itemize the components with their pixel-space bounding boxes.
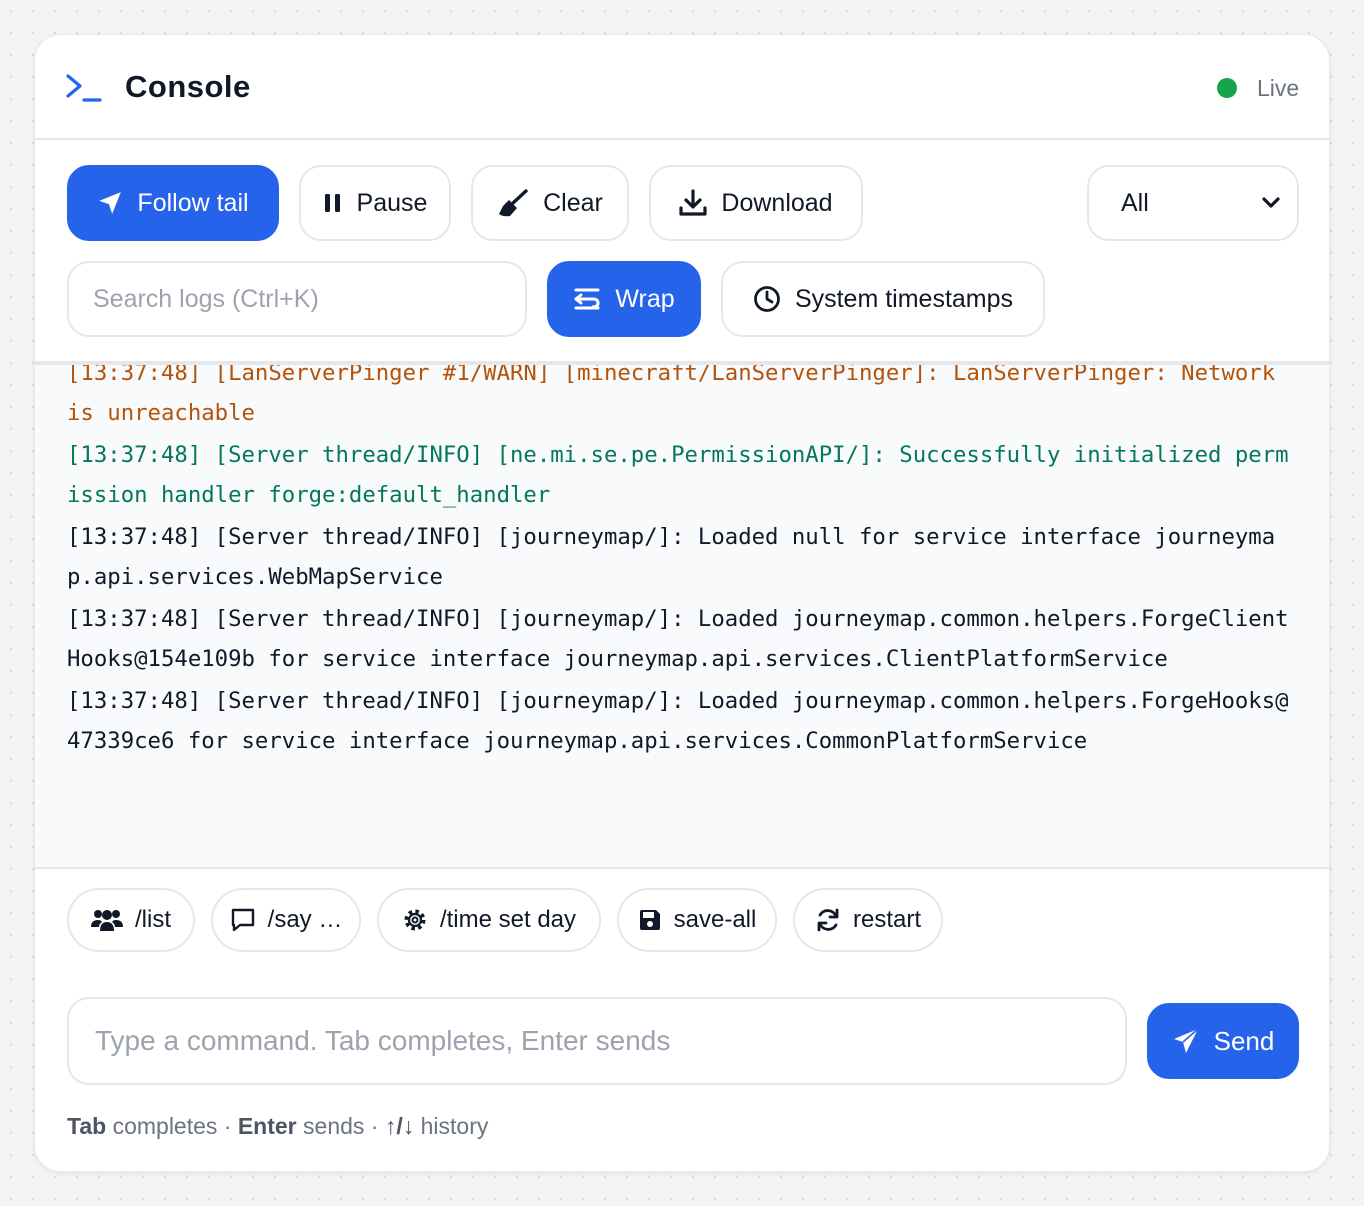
gear-icon — [404, 909, 426, 931]
download-button[interactable]: Download — [649, 165, 863, 241]
log-output[interactable]: [13:37:48] [LanServerPinger #1/WARN] [mi… — [35, 361, 1329, 869]
hint-key-arrows: ↑/↓ — [384, 1113, 415, 1139]
keyboard-hint: Tab completes · Enter sends · ↑/↓ histor… — [67, 1113, 488, 1140]
hint-key-tab: Tab — [67, 1113, 107, 1139]
system-timestamps-button[interactable]: System timestamps — [721, 261, 1045, 337]
quick-command-say[interactable]: /say … — [211, 888, 361, 952]
quick-command-label: restart — [852, 906, 921, 933]
live-status-dot — [1217, 78, 1237, 98]
clock-icon — [754, 286, 780, 312]
wrap-button[interactable]: Wrap — [547, 261, 701, 337]
quick-command-save-all[interactable]: save-all — [617, 888, 777, 952]
clear-button[interactable]: Clear — [471, 165, 629, 241]
quick-command-list[interactable]: /list — [67, 888, 195, 952]
pause-label: Pause — [356, 188, 428, 217]
pause-icon — [324, 194, 340, 212]
quick-command-time-set-day[interactable]: /time set day — [377, 888, 601, 952]
chat-bubble-icon — [231, 908, 254, 932]
follow-tail-button[interactable]: Follow tail — [67, 165, 279, 241]
hint-text-tab: completes · — [106, 1113, 238, 1139]
quick-command-label: /say … — [267, 906, 343, 933]
quick-command-restart[interactable]: restart — [793, 888, 943, 952]
system-timestamps-label: System timestamps — [794, 284, 1014, 313]
chevron-down-icon — [1262, 197, 1280, 208]
refresh-icon — [817, 908, 839, 932]
log-level-value: All — [1121, 188, 1149, 217]
page-title: Console — [125, 69, 251, 104]
quick-command-label: /time set day — [439, 906, 577, 933]
download-label: Download — [721, 188, 833, 217]
log-line: [13:37:48] [Server thread/INFO] [journey… — [67, 524, 1276, 590]
clear-label: Clear — [543, 188, 603, 217]
wrap-text-icon — [574, 288, 600, 310]
broom-icon — [499, 189, 528, 217]
log-line: [13:37:48] [Server thread/INFO] [journey… — [67, 688, 1289, 754]
send-label: Send — [1213, 1025, 1275, 1056]
console-panel: Console Live Follow tail Pause Clear Dow… — [34, 34, 1330, 1172]
log-level-select[interactable]: All — [1087, 165, 1299, 241]
wrap-label: Wrap — [615, 284, 675, 313]
pause-button[interactable]: Pause — [299, 165, 451, 241]
send-icon — [1173, 1028, 1199, 1053]
hint-text-enter: sends · — [296, 1113, 385, 1139]
quick-command-label: save-all — [673, 906, 757, 933]
log-line: [13:37:48] [LanServerPinger #1/WARN] [mi… — [67, 361, 1289, 426]
log-line: [13:37:48] [Server thread/INFO] [ne.mi.s… — [67, 442, 1289, 508]
console-header: Console Live — [35, 35, 1329, 140]
hint-key-enter: Enter — [237, 1113, 297, 1139]
follow-tail-label: Follow tail — [137, 188, 249, 217]
quick-command-label: /list — [135, 906, 171, 933]
live-status-label: Live — [1257, 75, 1300, 101]
send-button[interactable]: Send — [1147, 1003, 1299, 1079]
users-icon — [91, 910, 123, 931]
floppy-disk-icon — [639, 910, 660, 930]
download-icon — [679, 189, 708, 216]
terminal-icon — [66, 74, 102, 102]
hint-text-arrows: history — [414, 1113, 489, 1139]
paper-plane-icon — [99, 192, 122, 214]
log-line: [13:37:48] [Server thread/INFO] [journey… — [67, 606, 1289, 672]
command-input[interactable] — [67, 997, 1127, 1085]
search-input[interactable] — [67, 261, 527, 337]
